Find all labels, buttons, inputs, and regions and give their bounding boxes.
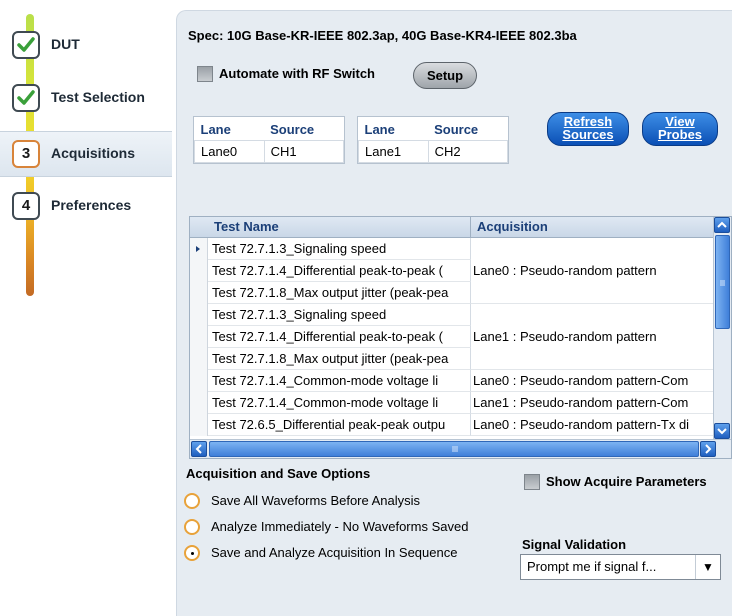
check-icon bbox=[12, 31, 40, 59]
row-selector[interactable] bbox=[190, 260, 208, 282]
grid-header: Test Name Acquisition bbox=[190, 217, 715, 238]
dropdown-arrow-icon[interactable]: ▼ bbox=[695, 555, 720, 579]
acquisition-cell[interactable]: Lane0 : Pseudo-random pattern-Com bbox=[471, 370, 715, 392]
nav-step-label: Preferences bbox=[51, 197, 132, 213]
view-probes-button[interactable]: View Probes bbox=[642, 112, 718, 146]
lane-header: Lane bbox=[358, 117, 429, 141]
radio-save-all[interactable] bbox=[184, 493, 200, 509]
scroll-right-icon[interactable] bbox=[700, 441, 716, 457]
lane-table-0: Lane Source Lane0 CH1 bbox=[193, 116, 345, 164]
vertical-scroll-thumb[interactable] bbox=[715, 235, 730, 329]
row-selector[interactable] bbox=[190, 348, 208, 370]
test-name-cell[interactable]: Test 72.7.1.8_Max output jitter (peak-pe… bbox=[208, 282, 471, 304]
test-name-cell[interactable]: Test 72.7.1.8_Max output jitter (peak-pe… bbox=[208, 348, 471, 370]
acquisition-cell[interactable]: Lane1 : Pseudo-random pattern bbox=[471, 304, 715, 370]
lane-table-1: Lane Source Lane1 CH2 bbox=[357, 116, 509, 164]
source-cell[interactable]: CH2 bbox=[427, 140, 509, 163]
refresh-sources-button[interactable]: Refresh Sources bbox=[547, 112, 629, 146]
vertical-scrollbar[interactable] bbox=[713, 217, 731, 441]
probes-label-line2: Probes bbox=[657, 127, 703, 142]
test-name-cell[interactable]: Test 72.7.1.3_Signaling speed bbox=[208, 238, 471, 260]
nav-step-label: DUT bbox=[51, 36, 80, 52]
acquisition-cell[interactable]: Lane1 : Pseudo-random pattern-Com bbox=[471, 392, 715, 414]
signal-validation-value: Prompt me if signal f... bbox=[527, 559, 657, 574]
setup-button[interactable]: Setup bbox=[413, 62, 477, 89]
nav-step-dut[interactable]: DUT bbox=[0, 25, 172, 65]
test-name-cell[interactable]: Test 72.7.1.4_Common-mode voltage li bbox=[208, 370, 471, 392]
check-icon bbox=[12, 84, 40, 112]
row-selector[interactable] bbox=[190, 282, 208, 304]
nav-step-label: Test Selection bbox=[51, 89, 145, 105]
scroll-down-icon[interactable] bbox=[714, 423, 730, 439]
show-acquire-parameters-checkbox[interactable] bbox=[524, 474, 540, 490]
scroll-left-icon[interactable] bbox=[191, 441, 207, 457]
test-name-cell[interactable]: Test 72.7.1.4_Differential peak-to-peak … bbox=[208, 326, 471, 348]
source-header: Source bbox=[264, 117, 344, 141]
step-number: 4 bbox=[12, 192, 40, 220]
radio-save-and-analyze[interactable] bbox=[184, 545, 200, 561]
nav-step-preferences[interactable]: 4 Preferences bbox=[0, 186, 172, 226]
radio-label: Save All Waveforms Before Analysis bbox=[211, 493, 421, 508]
test-name-cell[interactable]: Test 72.6.5_Differential peak-peak outpu bbox=[208, 414, 471, 436]
signal-validation-select[interactable]: Prompt me if signal f... ▼ bbox=[520, 554, 721, 580]
row-selector[interactable] bbox=[190, 414, 208, 436]
test-name-cell[interactable]: Test 72.7.1.4_Differential peak-to-peak … bbox=[208, 260, 471, 282]
nav-step-test-selection[interactable]: Test Selection bbox=[0, 78, 172, 118]
signal-validation-title: Signal Validation bbox=[522, 537, 627, 552]
source-cell[interactable]: CH1 bbox=[263, 140, 345, 163]
lane-cell[interactable]: Lane1 bbox=[358, 140, 429, 163]
radio-label: Analyze Immediately - No Waveforms Saved bbox=[211, 519, 469, 534]
radio-label: Save and Analyze Acquisition In Sequence bbox=[211, 545, 458, 560]
test-name-header[interactable]: Test Name bbox=[208, 217, 471, 237]
step-number: 3 bbox=[12, 140, 40, 168]
row-selector[interactable] bbox=[190, 370, 208, 392]
horizontal-scrollbar[interactable] bbox=[190, 439, 731, 458]
refresh-label-line2: Sources bbox=[562, 127, 614, 142]
horizontal-scroll-thumb[interactable] bbox=[209, 441, 699, 457]
nav-step-label: Acquisitions bbox=[51, 145, 136, 161]
acquisition-cell[interactable]: Lane0 : Pseudo-random pattern-Tx di bbox=[471, 414, 715, 436]
wizard-nav: DUT Test Selection 3 Acquisitions 4 Pref… bbox=[0, 0, 172, 616]
lane-cell[interactable]: Lane0 bbox=[194, 140, 265, 163]
spec-title: Spec: 10G Base-KR-IEEE 802.3ap, 40G Base… bbox=[188, 28, 577, 43]
lane-header: Lane bbox=[194, 117, 265, 141]
row-selector[interactable] bbox=[190, 238, 208, 260]
row-selector[interactable] bbox=[190, 304, 208, 326]
automate-rf-switch-label: Automate with RF Switch bbox=[219, 66, 375, 81]
test-name-cell[interactable]: Test 72.7.1.3_Signaling speed bbox=[208, 304, 471, 326]
nav-step-acquisitions[interactable]: 3 Acquisitions bbox=[0, 131, 172, 177]
row-selector[interactable] bbox=[190, 326, 208, 348]
test-name-cell[interactable]: Test 72.7.1.4_Common-mode voltage li bbox=[208, 392, 471, 414]
acquisition-header[interactable]: Acquisition bbox=[471, 217, 715, 237]
scroll-up-icon[interactable] bbox=[714, 217, 730, 233]
show-acquire-parameters-label: Show Acquire Parameters bbox=[546, 474, 707, 489]
source-header: Source bbox=[428, 117, 508, 141]
acquisition-cell[interactable]: Lane0 : Pseudo-random pattern bbox=[471, 238, 715, 304]
row-selector[interactable] bbox=[190, 392, 208, 414]
acq-options-title: Acquisition and Save Options bbox=[186, 466, 371, 481]
automate-rf-switch-checkbox[interactable] bbox=[197, 66, 213, 82]
radio-analyze-immediately[interactable] bbox=[184, 519, 200, 535]
test-acquisition-grid[interactable]: Test Name Acquisition Test 72.7.1.3_Sign… bbox=[189, 216, 732, 459]
row-pointer-icon bbox=[196, 246, 200, 252]
